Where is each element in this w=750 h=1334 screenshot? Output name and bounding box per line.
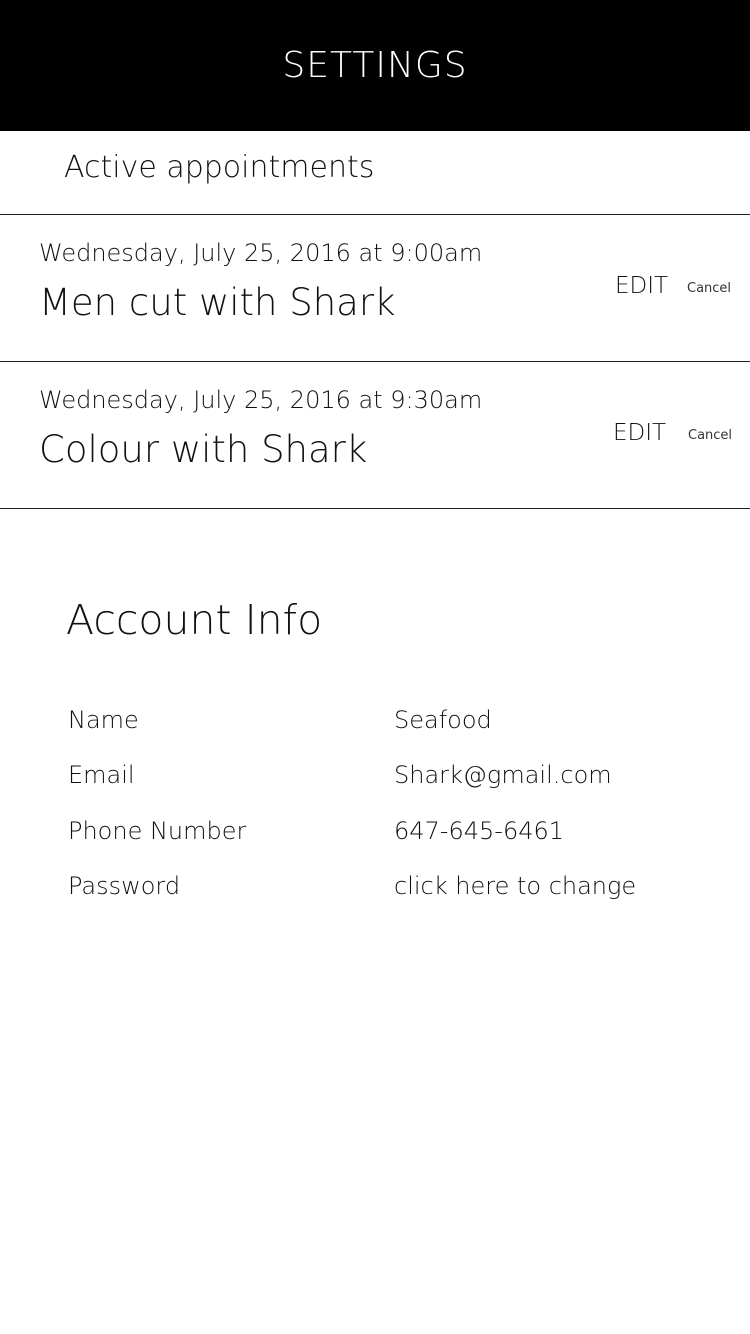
appointment-date: Wednesday, July 25, 2016 at 9:30am — [39, 386, 483, 414]
field-label: Password — [68, 872, 181, 900]
field-label: Email — [68, 761, 135, 789]
account-info-heading: Account Info — [66, 596, 323, 644]
change-password-link[interactable]: click here to change — [394, 872, 636, 900]
field-value: 647-645-6461 — [394, 817, 565, 845]
field-value: Seafood — [394, 706, 492, 734]
appointment-service: Colour with Shark — [39, 428, 368, 471]
appointment-date: Wednesday, July 25, 2016 at 9:00am — [39, 239, 483, 267]
field-value: Shark@gmail.com — [394, 761, 612, 789]
app-header: SETTINGS — [0, 0, 750, 131]
account-field-password: Password click here to change — [68, 872, 708, 906]
field-label: Phone Number — [68, 817, 247, 845]
appointment-item: Wednesday, July 25, 2016 at 9:30am Colou… — [0, 362, 750, 508]
page-title: SETTINGS — [282, 45, 468, 86]
account-field-name: Name Seafood — [68, 706, 708, 740]
active-appointments-heading: Active appointments — [64, 150, 375, 185]
divider — [0, 508, 750, 509]
edit-appointment-button[interactable]: EDIT — [615, 273, 668, 299]
edit-appointment-button[interactable]: EDIT — [613, 420, 666, 446]
cancel-appointment-button[interactable]: Cancel — [688, 428, 732, 443]
appointment-item: Wednesday, July 25, 2016 at 9:00am Men c… — [0, 215, 750, 361]
field-label: Name — [68, 706, 139, 734]
appointment-service: Men cut with Shark — [39, 281, 396, 324]
account-field-phone: Phone Number 647-645-6461 — [68, 817, 708, 851]
cancel-appointment-button[interactable]: Cancel — [687, 281, 731, 296]
account-field-email: Email Shark@gmail.com — [68, 761, 708, 795]
